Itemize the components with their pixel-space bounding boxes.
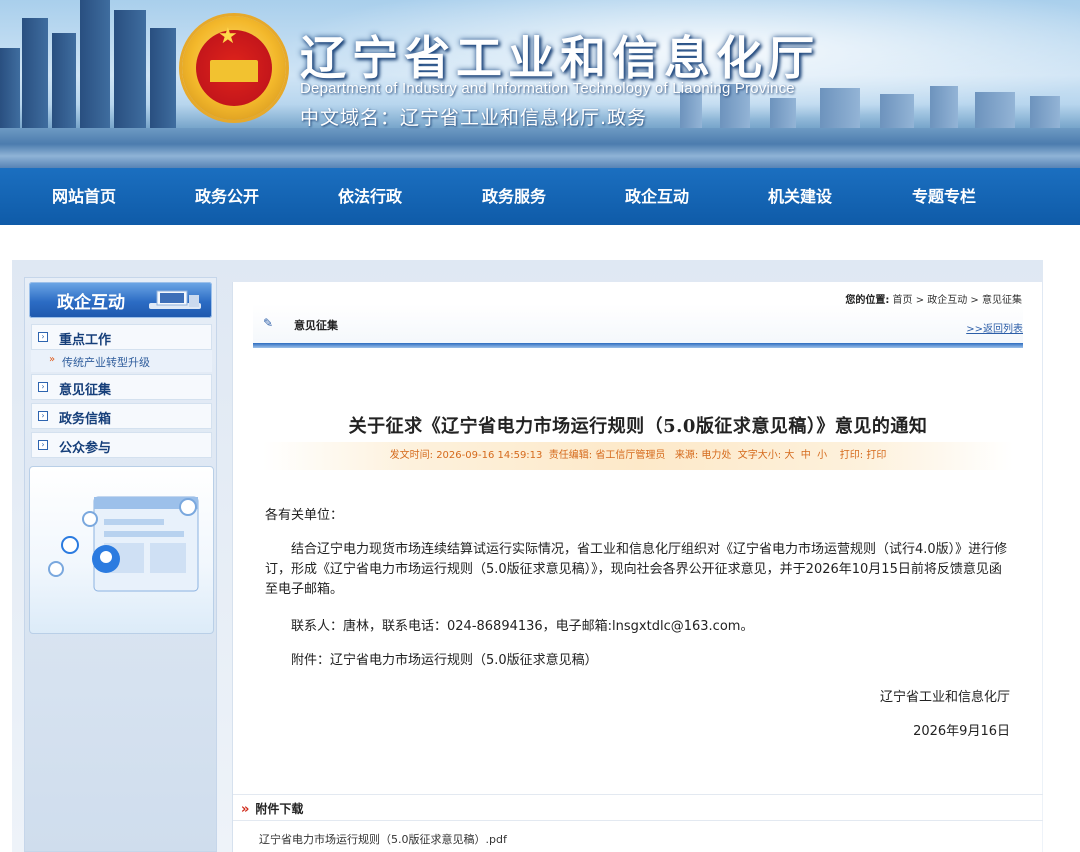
nav-item-interaction[interactable]: 政企互动 bbox=[597, 168, 717, 225]
nav-item-gov-affairs[interactable]: 政务公开 bbox=[167, 168, 287, 225]
skyline-building bbox=[0, 48, 20, 128]
article-title: 关于征求《辽宁省电力市场运行规则（5.0版征求意见稿）》意见的通知 bbox=[348, 416, 928, 437]
main-nav: 网站首页 政务公开 依法行政 政务服务 政企互动 机关建设 专题专栏 bbox=[0, 168, 1080, 225]
attachment-heading-label: 附件下载 bbox=[255, 802, 304, 816]
article-date: 2026年9月16日 bbox=[913, 724, 1010, 739]
font-size-medium-button[interactable]: 中 bbox=[801, 450, 811, 461]
skyline-building bbox=[770, 98, 796, 128]
skyline-building bbox=[22, 18, 48, 128]
article-meta: 发文时间: 2026-09-16 14:59:13 责任编辑: 省工信厅管理员 … bbox=[263, 442, 1013, 470]
back-to-list-link[interactable]: >>返回列表 bbox=[966, 320, 1023, 335]
site-subtitle-en: Department of Industry and Information T… bbox=[300, 80, 795, 97]
article-salutation: 各有关单位： bbox=[265, 508, 344, 523]
skyline-building bbox=[1030, 96, 1060, 128]
attachment-divider bbox=[233, 794, 1043, 795]
expand-icon: › bbox=[38, 440, 48, 450]
sidebar-item-participation[interactable]: › 公众参与 bbox=[31, 432, 212, 458]
skyline-building bbox=[880, 94, 914, 128]
print-button[interactable]: 打印 bbox=[866, 450, 886, 461]
skyline-building bbox=[114, 10, 146, 128]
article-contact: 联系人：唐林，联系电话：024-86894136，电子邮箱:lnsgxtdlc@… bbox=[291, 619, 754, 634]
edit-icon: ✎ bbox=[263, 316, 274, 330]
attachment-heading: » 附件下载 bbox=[241, 800, 303, 817]
sidebar-item-label: 政务信箱 bbox=[59, 412, 112, 427]
nav-item-law[interactable]: 依法行政 bbox=[310, 168, 430, 225]
site-banner: ★ 辽宁省工业和信息化厅 Department of Industry and … bbox=[0, 0, 1080, 168]
font-size-small-button[interactable]: 小 bbox=[817, 450, 827, 461]
star-icon: ★ bbox=[218, 24, 238, 49]
section-label: 意见征集 bbox=[294, 319, 338, 332]
sidebar-title: 政企互动 bbox=[57, 293, 125, 313]
site-domain: 中文域名：辽宁省工业和信息化厅.政务 bbox=[300, 107, 648, 129]
sidebar-item-mailbox[interactable]: › 政务信箱 bbox=[31, 403, 212, 429]
meta-print-label: 打印: bbox=[839, 450, 864, 461]
sidebar-subitem-label: 传统产业转型升级 bbox=[62, 356, 150, 369]
sidebar: 政企互动 › 重点工作 » 传统产业转型升级 › 意见征集 › 政务信箱 › 公… bbox=[24, 277, 217, 852]
sidebar-header: 政企互动 bbox=[29, 282, 212, 318]
expand-icon: › bbox=[38, 411, 48, 421]
skyline-building bbox=[52, 33, 76, 128]
chevron-icon: » bbox=[241, 802, 250, 817]
meta-source: 来源: 电力处 bbox=[674, 450, 732, 461]
arrow-icon: » bbox=[49, 354, 56, 365]
expand-icon: › bbox=[38, 332, 48, 342]
national-emblem-logo: ★ bbox=[182, 16, 286, 120]
meta-fontsize-label: 文字大小: bbox=[737, 450, 782, 461]
attachment-divider bbox=[233, 820, 1043, 821]
meta-time: 发文时间: 2026-09-16 14:59:13 bbox=[389, 450, 543, 461]
skyline-building bbox=[975, 92, 1015, 128]
skyline-building bbox=[930, 86, 958, 128]
section-divider bbox=[253, 343, 1023, 348]
skyline-building bbox=[80, 0, 110, 128]
expand-icon: › bbox=[38, 382, 48, 392]
service-illustration-icon bbox=[48, 496, 199, 592]
skyline-building bbox=[680, 92, 702, 128]
nav-item-home[interactable]: 网站首页 bbox=[24, 168, 144, 225]
article-signature: 辽宁省工业和信息化厅 bbox=[879, 690, 1010, 705]
sidebar-subitem-industry-upgrade[interactable]: » 传统产业转型升级 bbox=[31, 350, 212, 372]
sidebar-item-key-work[interactable]: › 重点工作 bbox=[31, 324, 212, 350]
computer-icon bbox=[149, 290, 201, 309]
nav-item-organization[interactable]: 机关建设 bbox=[740, 168, 860, 225]
banner-water bbox=[0, 128, 1080, 168]
skyline-building bbox=[150, 28, 176, 128]
attachment-file-link[interactable]: 辽宁省电力市场运行规则（5.0版征求意见稿）.pdf bbox=[259, 831, 507, 847]
article-body: 结合辽宁电力现货市场连续结算试运行实际情况，省工业和信息化厅组织对《辽宁省电力市… bbox=[265, 542, 1008, 597]
nav-item-topics[interactable]: 专题专栏 bbox=[884, 168, 1004, 225]
skyline-building bbox=[820, 88, 860, 128]
sidebar-item-label: 意见征集 bbox=[59, 383, 112, 398]
sidebar-item-opinions[interactable]: › 意见征集 bbox=[31, 374, 212, 400]
font-size-large-button[interactable]: 大 bbox=[784, 450, 794, 461]
meta-editor: 责任编辑: 省工信厅管理员 bbox=[548, 450, 666, 461]
section-header: ✎ 意见征集 >>返回列表 bbox=[253, 304, 1023, 348]
content-panel: 您的位置: 首页 > 政企互动 > 意见征集 ✎ 意见征集 >>返回列表 关于征… bbox=[232, 282, 1043, 852]
nav-item-services[interactable]: 政务服务 bbox=[454, 168, 574, 225]
site-title: 辽宁省工业和信息化厅 bbox=[300, 31, 820, 85]
sidebar-illustration bbox=[29, 466, 214, 634]
article-attachment-note: 附件：辽宁省电力市场运行规则（5.0版征求意见稿） bbox=[291, 653, 598, 668]
emblem-gate bbox=[210, 60, 258, 82]
sidebar-item-label: 重点工作 bbox=[59, 333, 112, 348]
sidebar-item-label: 公众参与 bbox=[59, 441, 112, 456]
